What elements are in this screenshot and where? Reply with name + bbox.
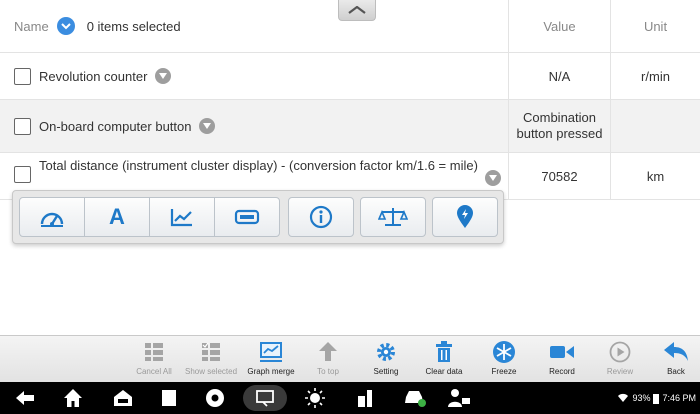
table-row: Revolution counter N/A r/min (0, 53, 700, 100)
row-checkbox[interactable] (14, 67, 31, 85)
clock: 7:46 PM (662, 393, 696, 403)
row-unit (610, 100, 700, 152)
system-nav-bar: 93% 7:46 PM (0, 382, 700, 414)
row-unit: r/min (610, 53, 700, 99)
collapse-tab[interactable] (338, 0, 376, 21)
clear-data-label: Clear data (425, 367, 463, 376)
text-icon: A (109, 204, 125, 229)
user-car-icon (448, 389, 470, 407)
status-area: 93% 7:46 PM (617, 382, 696, 414)
battery-level: 93% (632, 393, 651, 403)
text-mode-button[interactable]: A (84, 197, 150, 237)
browser-icon (206, 389, 224, 407)
back-arrow-icon (664, 342, 688, 361)
cancel-all-label: Cancel All (136, 367, 172, 376)
value-column-header: Value (508, 0, 610, 52)
info-icon (309, 205, 333, 229)
grid-cancel-icon (145, 343, 163, 361)
nav-brightness-button[interactable] (298, 382, 332, 414)
nav-vci-button[interactable] (348, 382, 382, 414)
freeze-button[interactable]: Freeze (484, 339, 524, 381)
to-top-label: To top (317, 367, 339, 376)
to-top-icon (319, 342, 337, 361)
back-label: Back (667, 367, 685, 376)
car-connected-icon (405, 391, 426, 407)
show-selected-label: Show selected (184, 367, 238, 376)
setting-button[interactable]: Setting (366, 339, 406, 381)
battery-icon (653, 393, 660, 404)
selected-count-text: 0 items selected (86, 18, 181, 34)
nav-recent-button[interactable] (152, 382, 186, 414)
recent-apps-icon (162, 390, 176, 406)
freeze-label: Freeze (491, 367, 517, 376)
graph-merge-button[interactable]: Graph merge (244, 339, 298, 381)
play-circle-icon (609, 341, 631, 363)
home-icon (64, 389, 82, 407)
select-options-icon[interactable] (56, 17, 75, 35)
record-label: Record (549, 367, 575, 376)
chevron-down-icon[interactable] (199, 118, 216, 134)
nav-home-button[interactable] (56, 382, 90, 414)
range-button[interactable] (360, 197, 426, 237)
graph-mode-button[interactable] (149, 197, 215, 237)
row-value: 70582 (508, 153, 610, 199)
row-unit: km (610, 153, 700, 199)
range-scale-icon (378, 208, 408, 226)
car-home-icon (114, 390, 132, 406)
snowflake-icon (493, 341, 515, 363)
row-name: Total distance (instrument cluster displ… (39, 158, 478, 173)
display-mode-popup: A (12, 190, 504, 244)
nav-car-status-button[interactable] (398, 382, 432, 414)
back-icon (16, 391, 34, 405)
brightness-icon (305, 388, 325, 408)
clear-data-button[interactable]: Clear data (420, 339, 468, 381)
name-header-label: Name (14, 18, 49, 34)
row-name-cell: On-board computer button (0, 100, 508, 152)
show-selected-button[interactable]: Show selected (180, 339, 242, 381)
setting-label: Setting (373, 367, 399, 376)
grid-check-icon (202, 342, 220, 361)
to-top-button[interactable]: To top (308, 339, 348, 381)
vci-icon (358, 390, 372, 407)
video-camera-icon (550, 346, 574, 358)
info-button[interactable] (288, 197, 354, 237)
cancel-all-button[interactable]: Cancel All (132, 339, 176, 381)
location-pin-icon (457, 205, 473, 228)
row-value: N/A (508, 53, 610, 99)
gauge-mode-button[interactable] (19, 197, 85, 237)
screen-cast-icon (243, 385, 287, 411)
gear-icon (377, 343, 395, 361)
nav-vehicle-button[interactable] (106, 382, 140, 414)
chevron-down-icon[interactable] (155, 68, 172, 84)
table-row: On-board computer button Combination but… (0, 100, 700, 153)
row-name-cell: Revolution counter (0, 53, 508, 99)
gauge-icon (40, 212, 64, 227)
row-value: Combination button pressed (508, 100, 610, 152)
nav-user-button[interactable] (442, 382, 476, 414)
digital-display-icon (234, 209, 260, 225)
row-checkbox[interactable] (14, 117, 31, 135)
review-label: Review (606, 367, 634, 376)
trash-icon (436, 341, 452, 362)
row-name: Revolution counter (39, 68, 148, 84)
location-button[interactable] (432, 197, 498, 237)
nav-screen-button[interactable] (240, 382, 290, 414)
nav-browser-button[interactable] (198, 382, 232, 414)
chevron-up-icon (348, 6, 366, 14)
digital-mode-button[interactable] (214, 197, 280, 237)
back-button[interactable]: Back (656, 339, 696, 381)
chevron-down-icon[interactable] (485, 170, 501, 186)
name-column-header: Name 0 items selected (0, 0, 508, 52)
graph-merge-label: Graph merge (247, 367, 295, 376)
line-graph-icon (170, 209, 192, 227)
review-button[interactable]: Review (600, 339, 640, 381)
row-name: On-board computer button (39, 118, 192, 134)
graph-merge-icon (260, 342, 282, 362)
nav-back-button[interactable] (8, 382, 42, 414)
record-button[interactable]: Record (540, 339, 584, 381)
wifi-icon (618, 393, 629, 402)
row-checkbox[interactable] (14, 166, 31, 183)
bottom-toolbar: Cancel All Show selected Graph merge To … (0, 335, 700, 383)
unit-column-header: Unit (610, 0, 700, 52)
